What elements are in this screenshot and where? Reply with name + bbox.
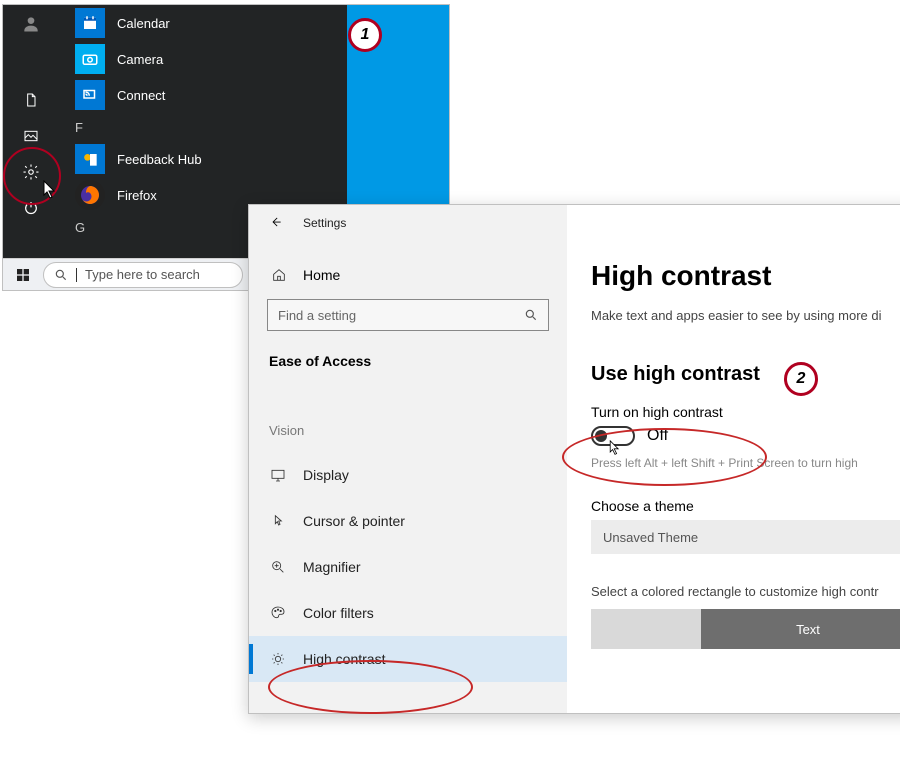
sun-icon (269, 651, 287, 667)
settings-content: High contrast Make text and apps easier … (567, 205, 900, 713)
use-high-contrast-heading: Use high contrast (591, 363, 900, 386)
nav-high-contrast[interactable]: High contrast (249, 636, 567, 682)
toggle-caption: Turn on high contrast (591, 404, 900, 420)
toggle-state: Off (647, 427, 668, 445)
start-button[interactable] (3, 267, 43, 283)
magnifier-icon (269, 559, 287, 575)
user-avatar-icon[interactable] (20, 13, 42, 35)
nav-label: Cursor & pointer (303, 513, 405, 529)
home-icon (271, 267, 287, 283)
nav-cursor-pointer[interactable]: Cursor & pointer (249, 498, 567, 544)
step-badge-1: 1 (348, 18, 382, 52)
app-label: Camera (117, 52, 163, 67)
search-placeholder: Type here to search (85, 267, 200, 282)
feedback-icon (75, 144, 105, 174)
swatch-label: Text (796, 622, 820, 637)
power-icon[interactable] (20, 197, 42, 219)
nav-label: Display (303, 467, 349, 483)
color-swatch-text[interactable]: Text (701, 609, 900, 649)
settings-titlebar: Settings (249, 205, 567, 241)
category-heading: Ease of Access (249, 331, 567, 369)
color-swatch-row: Text (591, 609, 900, 649)
calendar-icon (75, 8, 105, 38)
window-title: Settings (303, 216, 346, 230)
pictures-icon[interactable] (20, 125, 42, 147)
theme-dropdown[interactable]: Unsaved Theme (591, 520, 900, 554)
camera-icon (75, 44, 105, 74)
section-letter-f[interactable]: F (75, 113, 345, 141)
app-label: Connect (117, 88, 165, 103)
page-title: High contrast (591, 260, 900, 292)
shortcut-hint: Press left Alt + left Shift + Print Scre… (591, 456, 900, 470)
settings-search[interactable]: Find a setting (267, 299, 549, 331)
theme-selected-value: Unsaved Theme (603, 530, 698, 545)
nav-magnifier[interactable]: Magnifier (249, 544, 567, 590)
app-feedback-hub[interactable]: Feedback Hub (75, 141, 345, 177)
gear-icon[interactable] (20, 161, 42, 183)
display-icon (269, 467, 287, 483)
step-badge-2: 2 (784, 362, 818, 396)
search-icon (54, 268, 68, 282)
firefox-icon (75, 180, 105, 210)
nav-label: Color filters (303, 605, 374, 621)
start-rail (3, 5, 58, 258)
nav-label: High contrast (303, 651, 385, 667)
app-camera[interactable]: Camera (75, 41, 345, 77)
customize-caption: Select a colored rectangle to customize … (591, 584, 900, 599)
color-swatch-background[interactable] (591, 609, 701, 649)
connect-icon (75, 80, 105, 110)
settings-window: Settings Home Find a setting Ease of Acc… (248, 204, 900, 714)
app-label: Feedback Hub (117, 152, 202, 167)
nav-color-filters[interactable]: Color filters (249, 590, 567, 636)
nav-display[interactable]: Display (249, 452, 567, 498)
app-calendar[interactable]: Calendar (75, 5, 345, 41)
app-label: Calendar (117, 16, 170, 31)
back-button[interactable] (269, 215, 283, 232)
palette-icon (269, 605, 287, 621)
document-icon[interactable] (20, 89, 42, 111)
app-connect[interactable]: Connect (75, 77, 345, 113)
page-subtitle: Make text and apps easier to see by usin… (591, 308, 900, 323)
taskbar-search[interactable]: Type here to search (43, 262, 243, 288)
search-icon (524, 308, 538, 322)
home-label: Home (303, 267, 340, 283)
nav-label: Magnifier (303, 559, 361, 575)
cursor-icon (269, 513, 287, 529)
text-cursor (76, 268, 77, 282)
cursor-icon (609, 440, 621, 456)
settings-sidebar: Settings Home Find a setting Ease of Acc… (249, 205, 567, 713)
vision-group-label: Vision (249, 369, 567, 452)
search-placeholder: Find a setting (278, 308, 356, 323)
home-nav[interactable]: Home (249, 241, 567, 283)
choose-theme-label: Choose a theme (591, 498, 900, 514)
app-label: Firefox (117, 188, 157, 203)
